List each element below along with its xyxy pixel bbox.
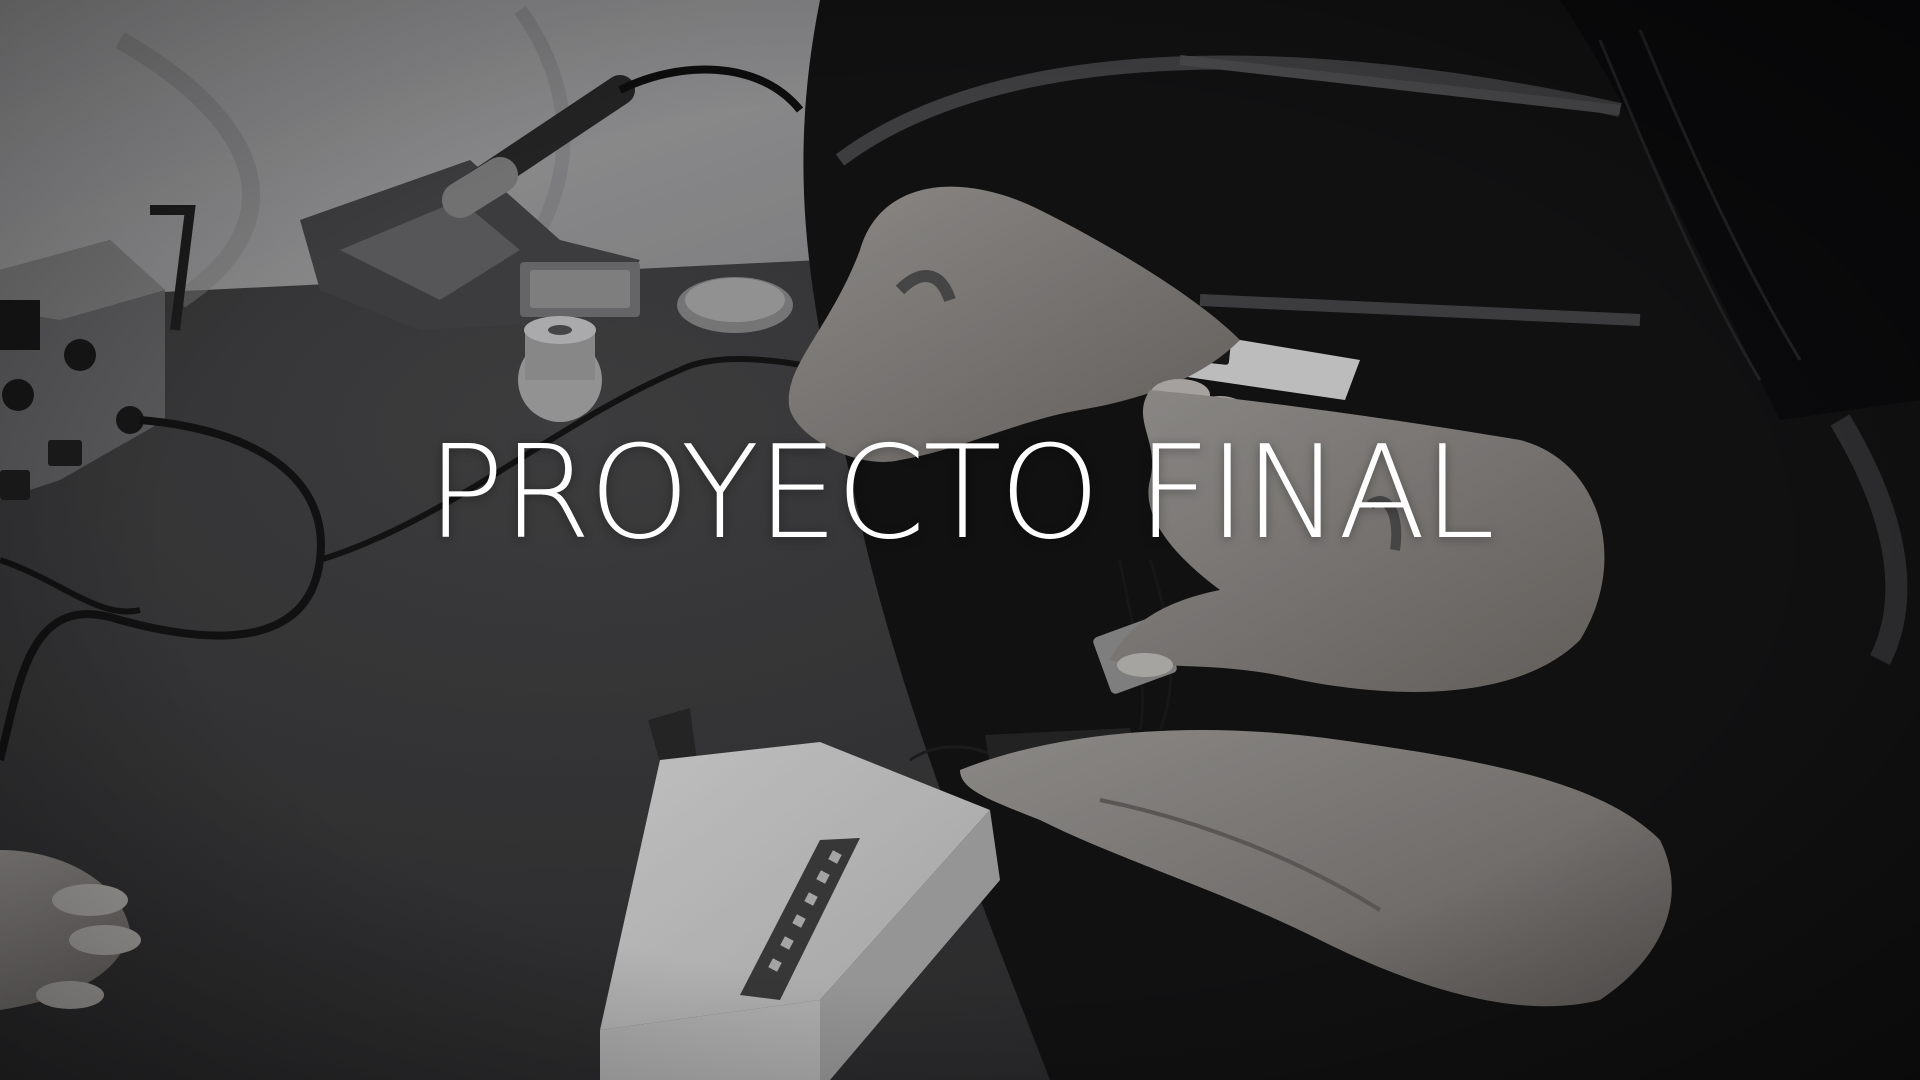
slide: PROYECTO FINAL xyxy=(0,0,1920,1080)
slide-title: PROYECTO FINAL xyxy=(427,419,1495,568)
